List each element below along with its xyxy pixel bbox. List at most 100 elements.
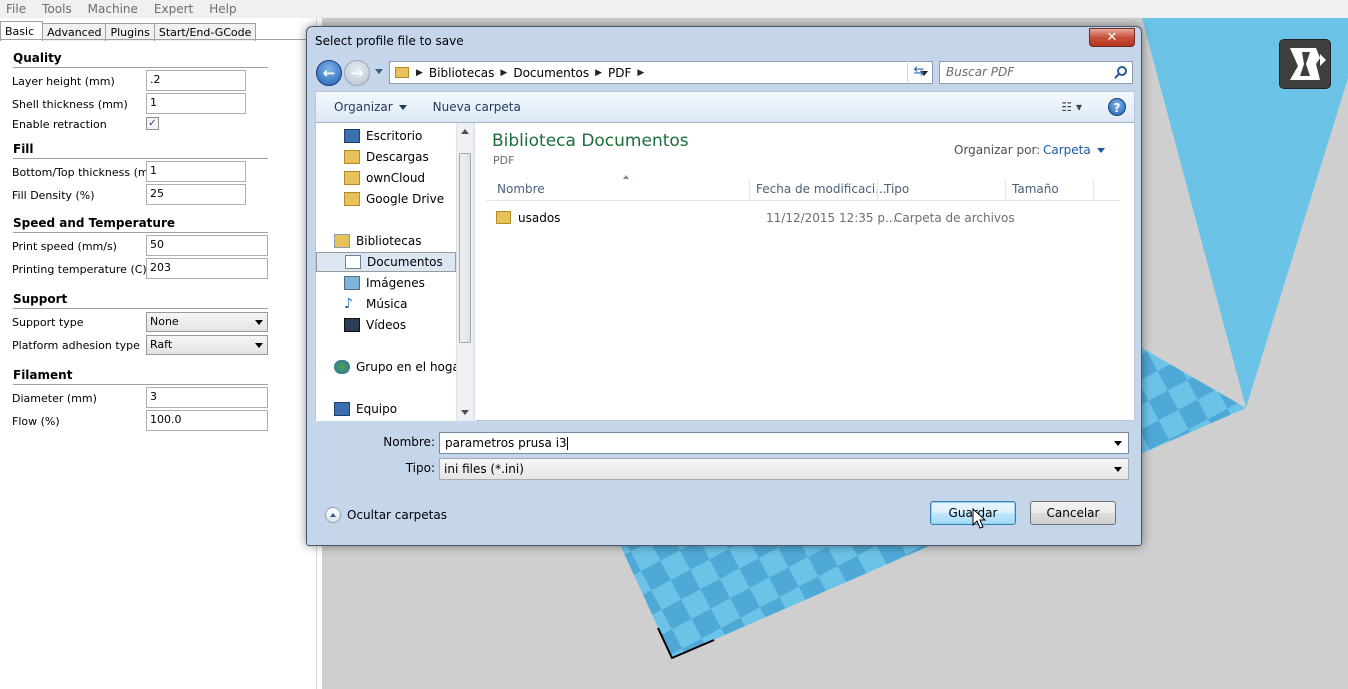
scroll-thumb[interactable]	[459, 153, 471, 343]
fill-density-label: Fill Density (%)	[12, 189, 95, 202]
address-bar[interactable]: ▶ Bibliotecas ▶ Documentos ▶ PDF ▶	[389, 61, 933, 84]
nav-item-grupo-hogar[interactable]: Grupo en el hogar	[334, 357, 465, 377]
nav-item-equipo[interactable]: Equipo	[334, 399, 397, 419]
pane-splitter[interactable]	[473, 123, 475, 421]
scroll-up-icon[interactable]	[461, 129, 469, 134]
help-icon[interactable]: ?	[1108, 98, 1126, 116]
organize-by-dropdown[interactable]: Carpeta	[1043, 143, 1105, 157]
cancel-button[interactable]: Cancelar	[1030, 501, 1116, 525]
filetype-value: ini files (*.ini)	[444, 462, 524, 476]
nav-item-owncloud[interactable]: ownCloud	[344, 168, 425, 188]
folder-icon	[344, 150, 360, 164]
diameter-input[interactable]: 3	[146, 387, 268, 408]
filetype-label: Tipo:	[405, 461, 435, 475]
document-icon	[345, 255, 361, 269]
printing-temperature-input[interactable]: 203	[146, 258, 268, 279]
view-options-button[interactable]: ☷ ▾	[1061, 100, 1082, 114]
shell-thickness-label: Shell thickness (mm)	[12, 98, 128, 111]
scroll-down-icon[interactable]	[461, 410, 469, 415]
close-button[interactable]: ✕	[1089, 28, 1135, 47]
filename-input[interactable]: parametros prusa i3	[439, 432, 1129, 454]
file-type: Carpeta de archivos	[894, 211, 1015, 225]
new-folder-button[interactable]: Nueva carpeta	[425, 100, 529, 114]
tab-divider	[0, 39, 317, 40]
nav-label: Equipo	[356, 402, 398, 416]
folder-icon	[344, 192, 360, 206]
shell-thickness-input[interactable]: 1	[146, 93, 246, 114]
nav-item-google-drive[interactable]: Google Drive	[344, 189, 444, 209]
print-speed-input[interactable]: 50	[146, 235, 268, 256]
menu-tools[interactable]: Tools	[36, 2, 78, 16]
hide-folders-label: Ocultar carpetas	[347, 508, 447, 522]
bottom-top-thickness-input[interactable]: 1	[146, 161, 246, 182]
chevron-down-icon	[255, 320, 263, 325]
forward-button[interactable]: →	[344, 60, 370, 86]
filetype-select[interactable]: ini files (*.ini)	[439, 458, 1129, 480]
print-speed-label: Print speed (mm/s)	[12, 240, 117, 253]
column-headers: Nombre Fecha de modificaci... Tipo Tamañ…	[486, 175, 1120, 201]
column-separator[interactable]	[1093, 179, 1094, 201]
library-title: Biblioteca Documentos	[492, 131, 689, 151]
nav-item-videos[interactable]: Vídeos	[344, 315, 406, 335]
text-caret	[566, 437, 568, 450]
nav-label: Escritorio	[366, 129, 423, 143]
video-icon	[344, 318, 360, 332]
breadcrumb-separator-icon[interactable]: ▶	[500, 68, 507, 78]
search-input[interactable]: Buscar PDF	[939, 61, 1133, 84]
support-type-label: Support type	[12, 316, 84, 329]
nav-label: ownCloud	[366, 171, 426, 185]
platform-adhesion-select[interactable]: Raft	[146, 335, 268, 355]
enable-retraction-checkbox[interactable]: ✓	[146, 117, 159, 130]
navigation-bar: ← → ▶ Bibliotecas ▶ Documentos ▶ PDF ▶ ⇆…	[315, 59, 1133, 87]
file-row[interactable]: usados 11/12/2015 12:35 p.... Carpeta de…	[486, 209, 1120, 229]
menu-file[interactable]: File	[0, 2, 32, 16]
folder-icon	[344, 171, 360, 185]
nav-item-descargas[interactable]: Descargas	[344, 147, 429, 167]
layer-height-input[interactable]: .2	[146, 70, 246, 91]
nav-item-bibliotecas[interactable]: Bibliotecas	[334, 231, 421, 251]
recent-locations-dropdown-icon[interactable]	[375, 69, 383, 74]
layer-height-label: Layer height (mm)	[12, 75, 115, 88]
column-header-tipo[interactable]: Tipo	[884, 182, 909, 196]
breadcrumb-bibliotecas[interactable]: Bibliotecas	[429, 66, 494, 80]
column-header-tamano[interactable]: Tamaño	[1012, 182, 1059, 196]
back-button[interactable]: ←	[316, 60, 342, 86]
tab-basic[interactable]: Basic	[0, 21, 44, 41]
nav-label: Grupo en el hogar	[356, 360, 465, 374]
breadcrumb-separator-icon[interactable]: ▶	[637, 68, 644, 78]
computer-icon	[334, 402, 350, 416]
menu-expert[interactable]: Expert	[148, 2, 199, 16]
breadcrumb-documentos[interactable]: Documentos	[513, 66, 589, 80]
organize-button[interactable]: Organizar	[326, 100, 415, 114]
menu-machine[interactable]: Machine	[82, 2, 144, 16]
column-separator[interactable]	[877, 179, 878, 201]
dialog-toolbar: Organizar Nueva carpeta ☷ ▾ ?	[315, 91, 1135, 123]
sort-ascending-icon	[623, 175, 629, 179]
nav-label: Documentos	[367, 255, 443, 269]
support-type-select[interactable]: None	[146, 312, 268, 332]
section-filament: Filament	[13, 368, 73, 382]
fill-density-input[interactable]: 25	[146, 184, 246, 205]
breadcrumb-separator-icon[interactable]: ▶	[416, 68, 423, 78]
chevron-down-icon[interactable]	[1114, 441, 1122, 446]
breadcrumb-pdf[interactable]: PDF	[608, 66, 631, 80]
nav-item-musica[interactable]: ♪ Música	[344, 294, 408, 314]
nav-scrollbar[interactable]	[456, 123, 473, 421]
column-separator[interactable]	[749, 179, 750, 201]
menu-help[interactable]: Help	[203, 2, 242, 16]
nav-label: Imágenes	[366, 276, 425, 290]
settings-tabs: Basic Advanced Plugins Start/End-GCode	[0, 21, 257, 41]
nav-item-documentos[interactable]: Documentos	[316, 252, 456, 272]
search-icon[interactable]	[1117, 66, 1127, 76]
hide-folders-button[interactable]: Ocultar carpetas	[325, 507, 447, 523]
column-separator[interactable]	[1005, 179, 1006, 201]
cura-logo-icon	[1279, 39, 1331, 89]
nav-item-escritorio[interactable]: Escritorio	[344, 126, 422, 146]
flow-input[interactable]: 100.0	[146, 410, 268, 431]
nav-item-imagenes[interactable]: Imágenes	[344, 273, 425, 293]
breadcrumb-separator-icon[interactable]: ▶	[595, 68, 602, 78]
refresh-button[interactable]: ⇆	[907, 61, 930, 82]
chevron-down-icon	[1096, 148, 1105, 153]
column-header-fecha[interactable]: Fecha de modificaci...	[756, 182, 887, 196]
column-header-nombre[interactable]: Nombre	[497, 182, 545, 196]
